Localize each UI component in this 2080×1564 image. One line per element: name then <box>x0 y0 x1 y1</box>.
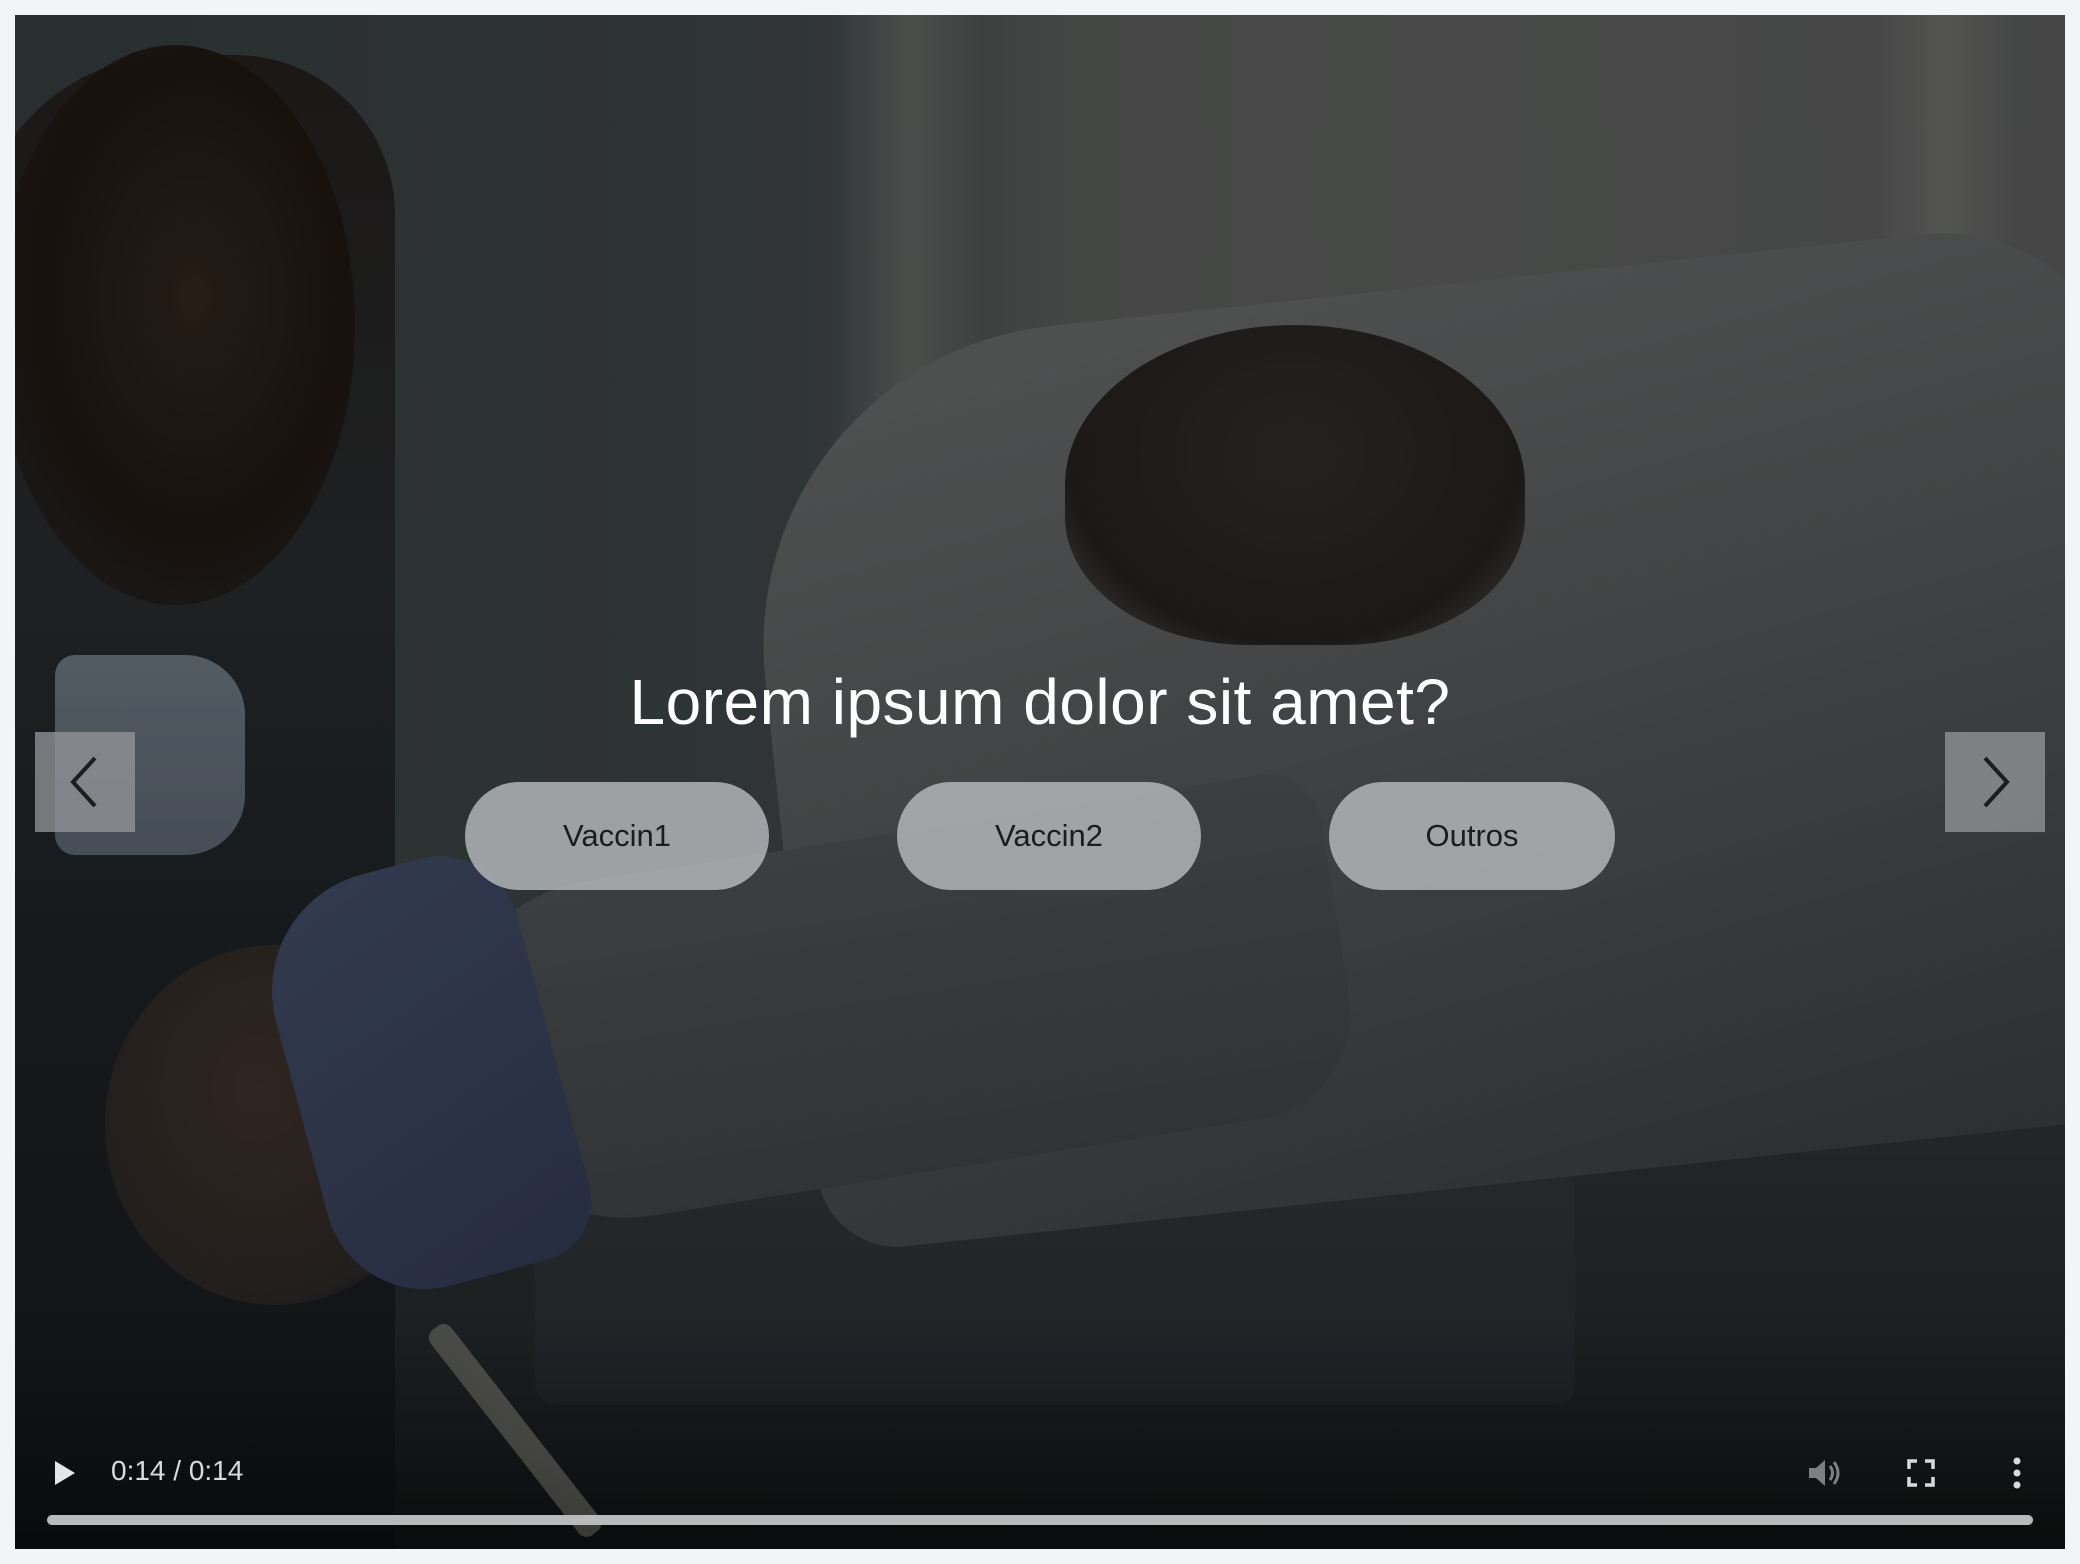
chevron-right-icon <box>1983 756 2010 808</box>
previous-button[interactable] <box>35 732 135 832</box>
play-icon <box>55 1461 75 1485</box>
choice-button-vaccin2[interactable]: Vaccin2 <box>897 782 1201 890</box>
video-player[interactable]: Lorem ipsum dolor sit amet? Vaccin1 Vacc… <box>15 15 2065 1549</box>
time-display: 0:14 / 0:14 <box>111 1455 244 1486</box>
volume-icon <box>1809 1460 1840 1486</box>
fullscreen-icon <box>1907 1459 1935 1487</box>
more-vertical-icon <box>2013 1457 2021 1489</box>
next-button[interactable] <box>1945 732 2045 832</box>
video-controls: 0:14 / 0:14 <box>15 1419 2065 1549</box>
choice-button-outros[interactable]: Outros <box>1329 782 1615 890</box>
progress-bar[interactable] <box>47 1515 2033 1525</box>
choice-button-vaccin1[interactable]: Vaccin1 <box>465 782 769 890</box>
volume-button[interactable] <box>1805 1453 1845 1493</box>
fullscreen-button[interactable] <box>1901 1453 1941 1493</box>
question-title: Lorem ipsum dolor sit amet? <box>629 666 1451 738</box>
chevron-left-icon <box>70 756 97 808</box>
play-button[interactable] <box>45 1453 85 1493</box>
more-options-button[interactable] <box>1997 1453 2037 1493</box>
progress-fill <box>47 1515 2033 1525</box>
